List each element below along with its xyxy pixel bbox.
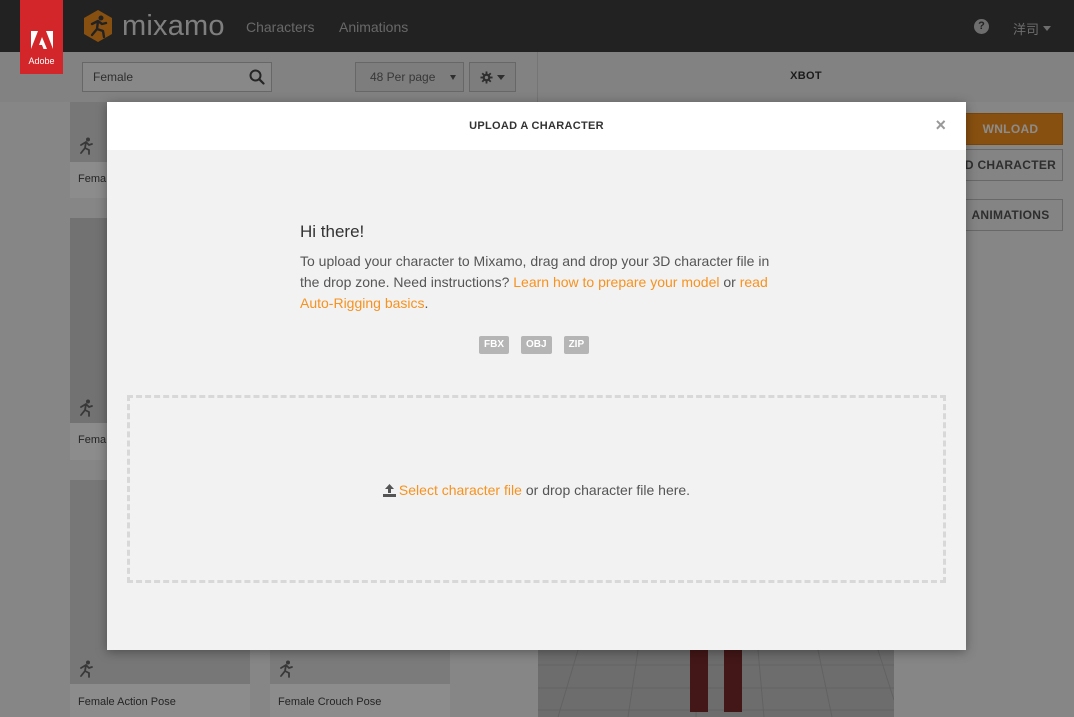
format-badge-zip: ZIP [563,336,590,354]
upload-character-dialog: UPLOAD A CHARACTER × Hi there! To upload… [107,102,966,650]
prepare-model-link[interactable]: Learn how to prepare your model [513,274,719,290]
greeting-heading: Hi there! [300,222,365,241]
supported-formats: FBX OBJ ZIP [479,336,590,354]
dialog-title: UPLOAD A CHARACTER [469,120,604,132]
upload-icon [382,483,396,497]
format-badge-obj: OBJ [521,336,552,354]
intro-paragraph: To upload your character to Mixamo, drag… [300,251,780,314]
file-drop-zone[interactable]: Select character file or drop character … [127,395,946,583]
period-text: . [424,295,429,311]
adobe-a-icon [30,31,53,49]
dialog-header: UPLOAD A CHARACTER × [107,102,966,150]
select-character-file-link[interactable]: Select character file [399,482,522,498]
close-icon[interactable]: × [935,116,946,134]
adobe-label: Adobe [28,56,55,66]
format-badge-fbx: FBX [479,336,509,354]
or-text: or [723,274,736,290]
drop-suffix-text: or drop character file here. [525,482,691,498]
adobe-logo[interactable]: Adobe [20,0,63,74]
drop-instructions: Select character file or drop character … [130,482,943,498]
